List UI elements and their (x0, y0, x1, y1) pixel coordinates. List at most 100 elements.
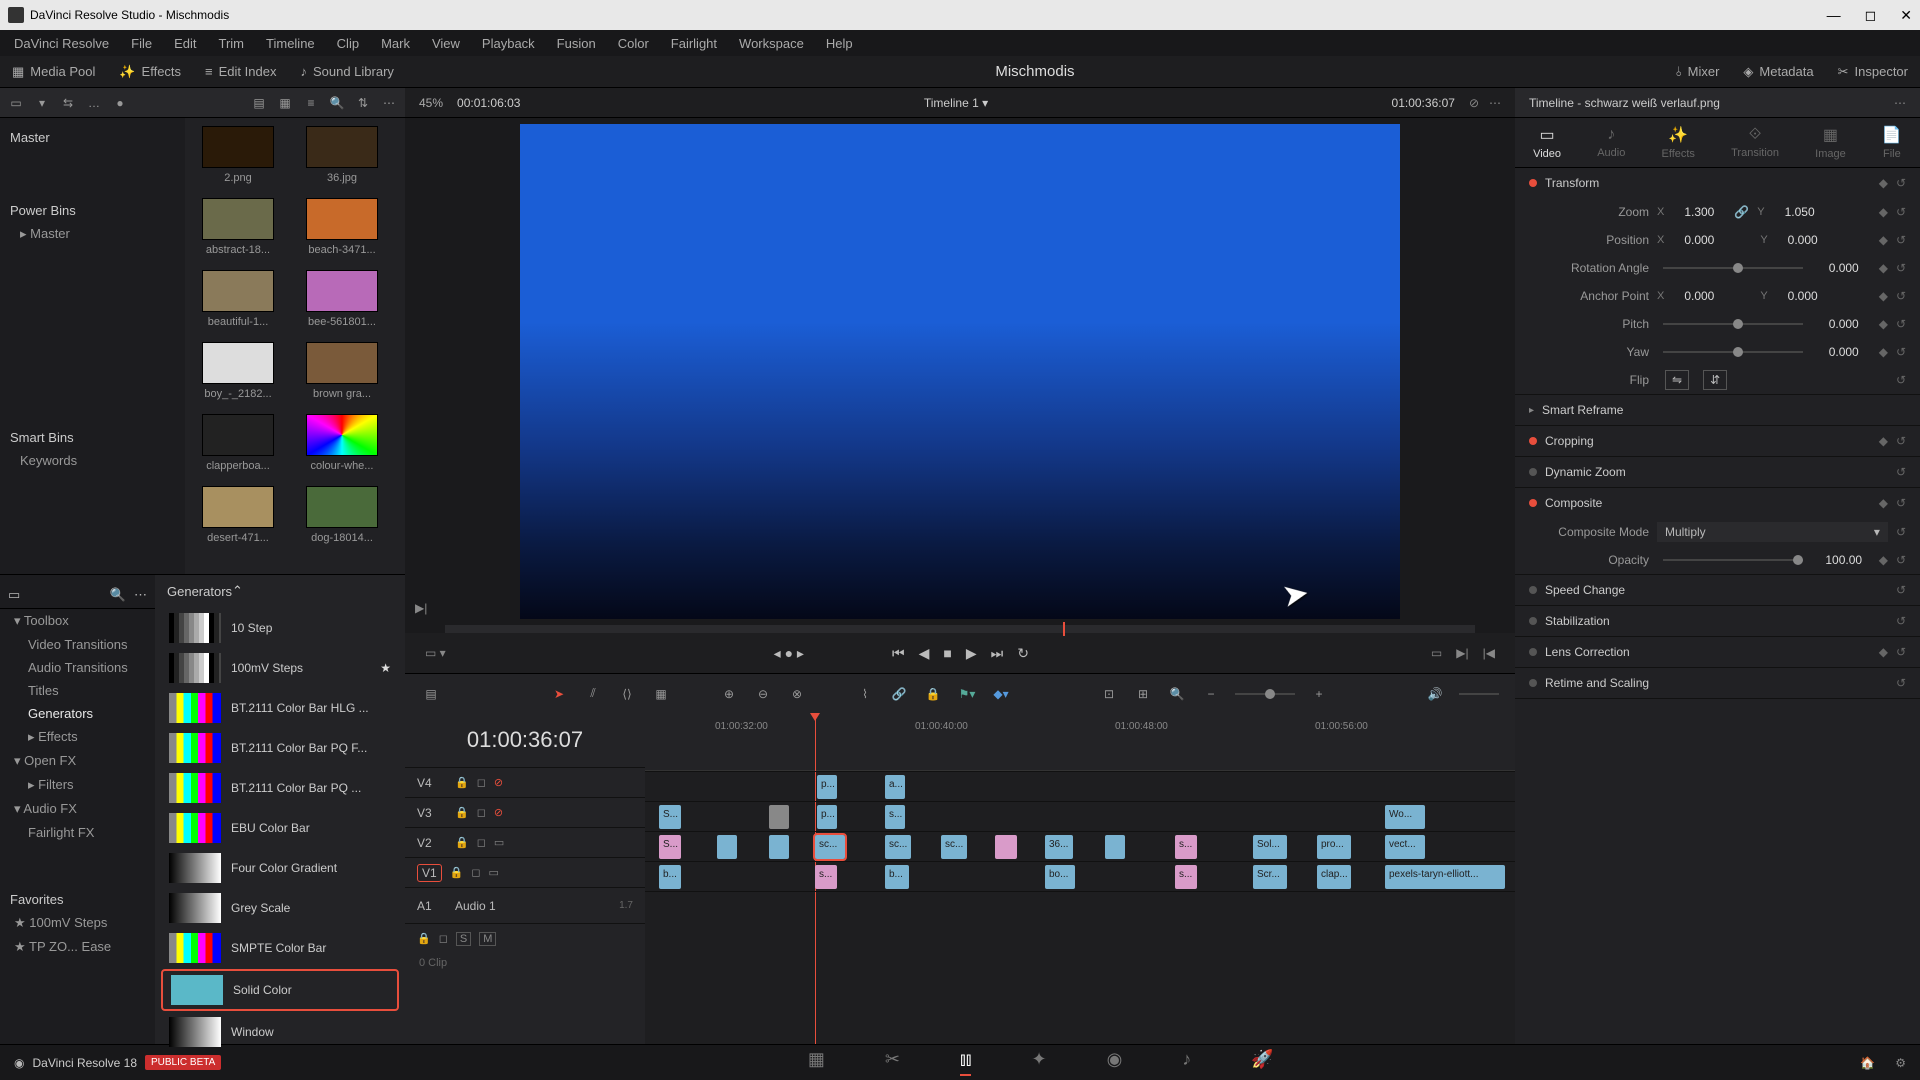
keyframe-icon[interactable]: ◆ (1879, 233, 1888, 247)
timeline-body[interactable]: 01:00:32:00 01:00:40:00 01:00:48:00 01:0… (645, 713, 1515, 1044)
clip[interactable] (995, 835, 1017, 859)
media-clip[interactable]: clapperboa... (193, 414, 283, 472)
clip[interactable]: vect... (1385, 835, 1425, 859)
generator-item[interactable]: BT.2111 Color Bar PQ F... (161, 729, 399, 767)
next-clip-icon[interactable]: ▶| (415, 601, 427, 615)
insert-icon[interactable]: ⊕ (719, 687, 739, 701)
sound-library-toggle[interactable]: ♪ Sound Library (288, 56, 405, 87)
clip[interactable]: s... (1175, 835, 1197, 859)
bin-view-icon[interactable]: ▭ (8, 95, 24, 111)
clip[interactable]: s... (885, 805, 905, 829)
generator-item[interactable]: Window (161, 1013, 399, 1051)
menu-item[interactable]: File (131, 36, 152, 51)
auto-select-icon[interactable]: ◻ (439, 932, 448, 945)
tab-file[interactable]: 📄File (1882, 125, 1902, 160)
track-v2[interactable]: S... sc... sc... sc... 36... s... Sol...… (645, 831, 1515, 861)
smart-bin-keywords[interactable]: Keywords (0, 449, 185, 472)
list-view-icon[interactable]: ≡ (303, 95, 319, 111)
dynamic-zoom-header[interactable]: Dynamic Zoom↺ (1515, 457, 1920, 487)
mixer-toggle[interactable]: ⫰ Mixer (1664, 56, 1731, 87)
keyframe-icon[interactable]: ◆ (1879, 496, 1888, 510)
clip[interactable]: Wo... (1385, 805, 1425, 829)
clip[interactable]: b... (885, 865, 909, 889)
generator-item[interactable]: EBU Color Bar (161, 809, 399, 847)
first-frame-button[interactable]: ⏮ (892, 645, 905, 662)
menu-item[interactable]: DaVinci Resolve (14, 36, 109, 51)
selection-tool-icon[interactable]: ➤ (549, 687, 569, 701)
playhead-marker[interactable] (1063, 622, 1065, 636)
lock-icon[interactable]: 🔒 (417, 932, 431, 945)
timeline-name[interactable]: Timeline 1 ▾ (520, 96, 1391, 110)
media-clip[interactable]: boy_-_2182... (193, 342, 283, 400)
panel-view-icon[interactable]: ▭ (8, 587, 20, 603)
keyframe-icon[interactable]: ◆ (1879, 645, 1888, 659)
reset-icon[interactable]: ↺ (1896, 205, 1906, 219)
reset-icon[interactable]: ↺ (1896, 525, 1906, 539)
retime-scaling-header[interactable]: Retime and Scaling↺ (1515, 668, 1920, 698)
dynamic-trim-icon[interactable]: ⟨⟩ (617, 687, 637, 701)
generator-item[interactable]: SMPTE Color Bar (161, 929, 399, 967)
disable-icon[interactable]: ⊘ (494, 776, 503, 789)
keyframe-icon[interactable]: ◆ (1879, 553, 1888, 567)
viewer[interactable]: ▶| (405, 118, 1515, 625)
generator-item[interactable]: Solid Color (161, 969, 399, 1011)
clip[interactable]: Scr... (1253, 865, 1287, 889)
flip-h-button[interactable]: ⇋ (1665, 370, 1689, 390)
clip[interactable]: S... (659, 805, 681, 829)
stop-button[interactable]: ■ (943, 645, 951, 661)
menu-item[interactable]: Clip (337, 36, 359, 51)
clip[interactable]: b... (659, 865, 681, 889)
metadata-toggle[interactable]: ◈ Metadata (1731, 56, 1825, 87)
keyframe-icon[interactable]: ◆ (1879, 345, 1888, 359)
clip[interactable] (1105, 835, 1125, 859)
tab-transition[interactable]: ⟐Transition (1731, 126, 1779, 159)
keyframe-icon[interactable]: ◆ (1879, 176, 1888, 190)
toolbox-node[interactable]: ▾ Toolbox (0, 609, 155, 633)
lock-icon[interactable]: 🔒 (455, 776, 469, 789)
cropping-header[interactable]: Cropping◆↺ (1515, 426, 1920, 456)
clip[interactable]: sc... (941, 835, 967, 859)
reset-icon[interactable]: ↺ (1896, 553, 1906, 567)
auto-select-icon[interactable]: ◻ (477, 836, 486, 849)
pitch-slider[interactable] (1663, 323, 1803, 325)
keyframe-icon[interactable]: ◆ (1879, 205, 1888, 219)
reset-icon[interactable]: ↺ (1896, 317, 1906, 331)
clip-selected[interactable]: sc... (815, 835, 845, 859)
deliver-page-icon[interactable]: 🚀 (1251, 1049, 1273, 1076)
zoom-fit-icon[interactable]: ⊡ (1099, 687, 1119, 701)
search-icon[interactable]: 🔍 (329, 95, 345, 111)
tab-image[interactable]: ▦Image (1815, 125, 1846, 160)
dropdown-icon[interactable]: ▾ (34, 95, 50, 111)
menu-item[interactable]: View (432, 36, 460, 51)
trim-tool-icon[interactable]: ⫽ (583, 686, 603, 701)
keyframe-icon[interactable]: ◆ (1879, 317, 1888, 331)
search-icon[interactable]: 🔍 (110, 587, 126, 603)
generator-item[interactable]: BT.2111 Color Bar HLG ... (161, 689, 399, 727)
media-pool-toggle[interactable]: ▦ Media Pool (0, 56, 107, 87)
play-button[interactable]: ▶ (966, 645, 977, 662)
overwrite-icon[interactable]: ⊖ (753, 687, 773, 701)
media-clip[interactable]: desert-471... (193, 486, 283, 544)
prev-marker-icon[interactable]: |◀ (1483, 646, 1495, 660)
menu-item[interactable]: Fairlight (671, 36, 717, 51)
media-clip[interactable]: beach-3471... (297, 198, 387, 256)
keyframe-icon[interactable]: ◆ (1879, 261, 1888, 275)
zoom-x-input[interactable]: 1.300 (1672, 205, 1726, 219)
speed-change-header[interactable]: Speed Change↺ (1515, 575, 1920, 605)
disable-icon[interactable]: ⊘ (494, 806, 503, 819)
generator-item[interactable]: BT.2111 Color Bar PQ ... (161, 769, 399, 807)
blade-tool-icon[interactable]: ▦ (651, 687, 671, 701)
audio-controls[interactable]: 🔒◻SM (405, 923, 645, 953)
zoom-y-input[interactable]: 1.050 (1773, 205, 1827, 219)
track-header-v4[interactable]: V4🔒◻⊘ (405, 767, 645, 797)
menu-item[interactable]: Trim (219, 36, 245, 51)
tab-audio[interactable]: ♪Audio (1597, 126, 1625, 159)
titles-node[interactable]: Titles (0, 679, 155, 702)
inspector-toggle[interactable]: ✂ Inspector (1826, 56, 1920, 87)
clip[interactable]: pexels-taryn-elliott... (1385, 865, 1505, 889)
reset-icon[interactable]: ↺ (1896, 345, 1906, 359)
favorite-item[interactable]: ★ TP ZO... Ease (0, 935, 155, 959)
track-header-v3[interactable]: V3🔒◻⊘ (405, 797, 645, 827)
effects-toggle[interactable]: ✨ Effects (107, 56, 193, 87)
media-clip[interactable]: colour-whe... (297, 414, 387, 472)
